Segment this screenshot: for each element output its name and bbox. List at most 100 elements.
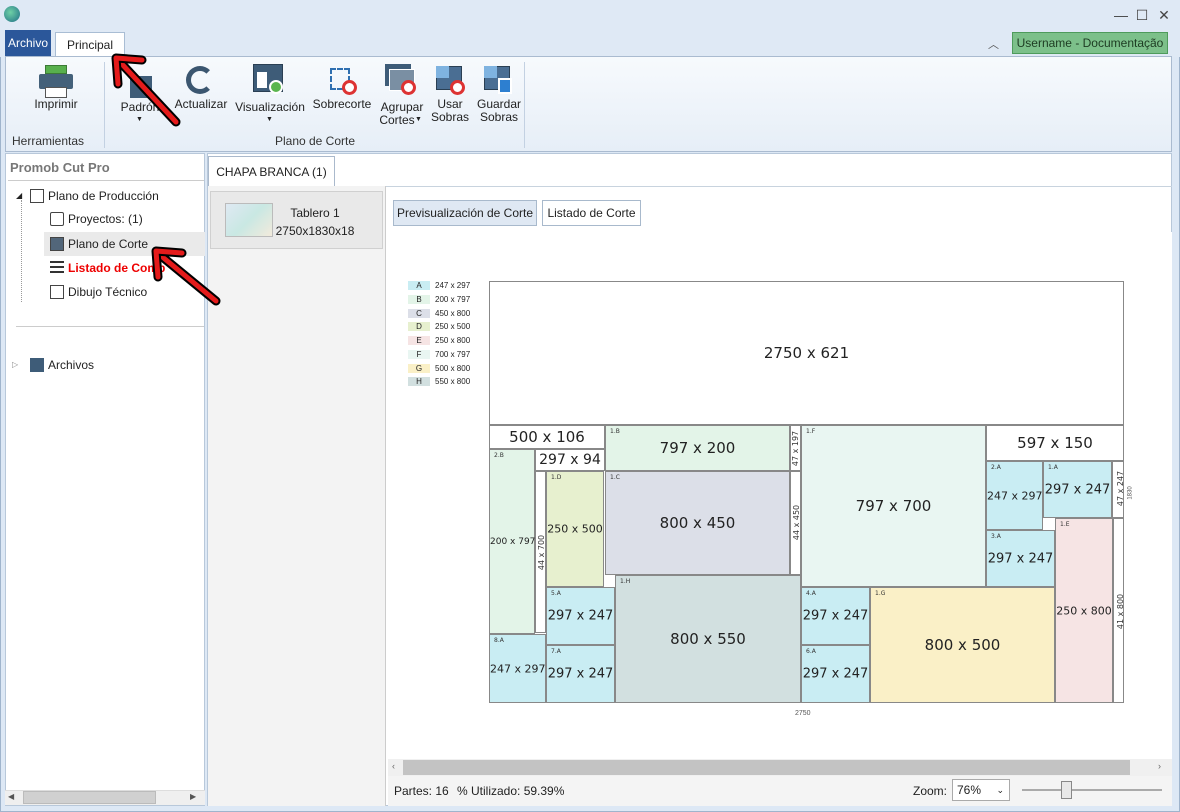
piece-waste[interactable]: 44 x 450 xyxy=(790,471,801,575)
piece-label: 297 x 247 xyxy=(987,551,1054,566)
piece-id: 2.A xyxy=(991,464,1001,471)
tree-label: Dibujo Técnico xyxy=(68,285,148,299)
zoom-slider-thumb[interactable] xyxy=(1061,781,1072,799)
close-button[interactable]: ✕ xyxy=(1155,6,1173,24)
piece-id: 8.A xyxy=(494,637,504,644)
tab-archivo[interactable]: Archivo xyxy=(5,30,51,57)
piece-label: 797 x 200 xyxy=(659,439,736,457)
group-plano-label: Plano de Corte xyxy=(274,134,356,148)
refresh-icon xyxy=(186,66,214,94)
tree-item-archivos[interactable]: Archivos xyxy=(30,358,94,372)
chevron-down-icon: ▼ xyxy=(415,116,422,123)
piece-8a[interactable]: 8.A 247 x 297 xyxy=(489,634,546,703)
piece-waste[interactable]: 597 x 150 xyxy=(986,425,1124,461)
piece-1g[interactable]: 1.G 800 x 500 xyxy=(870,587,1055,703)
piece-waste[interactable]: 44 x 700 xyxy=(535,471,546,633)
chevron-down-icon: ⌄ xyxy=(996,785,1004,795)
tree-collapse-icon[interactable]: ◢ xyxy=(16,191,22,200)
tab-previsualizacion[interactable]: Previsualización de Corte xyxy=(393,200,537,226)
piece-label: 200 x 797 xyxy=(490,536,536,547)
piece-6a[interactable]: 6.A 297 x 247 xyxy=(801,645,870,703)
tree-guide xyxy=(21,200,22,302)
tree-expand-icon[interactable]: ▷ xyxy=(12,360,18,369)
piece-label: 250 x 800 xyxy=(1056,604,1112,617)
piece-label: 247 x 297 xyxy=(490,662,546,675)
tree-item-dibujo[interactable]: Dibujo Técnico xyxy=(50,285,147,299)
piece-waste[interactable]: 47 x 247 xyxy=(1112,461,1126,518)
piece-1h[interactable]: 1.H 800 x 550 xyxy=(615,575,801,703)
scroll-left-icon[interactable]: ◀ xyxy=(8,792,14,801)
minimize-button[interactable]: — xyxy=(1112,6,1130,24)
piece-waste-top[interactable]: 2750 x 621 xyxy=(489,281,1124,425)
guardar-sobras-icon xyxy=(484,66,514,96)
piece-waste[interactable]: 297 x 94 xyxy=(535,449,605,471)
piece-id: 1.H xyxy=(620,578,631,585)
piece-waste[interactable]: 41 x 800 xyxy=(1113,518,1125,703)
maximize-button[interactable]: ☐ xyxy=(1133,6,1151,24)
scroll-thumb[interactable] xyxy=(23,791,156,804)
piece-waste[interactable]: 47 x 197 xyxy=(790,425,801,471)
tree-item-plano-produccion[interactable]: Plano de Producción xyxy=(30,189,159,203)
usar-sobras-icon xyxy=(436,66,466,96)
piece-label: 800 x 550 xyxy=(670,630,746,648)
print-button[interactable]: Imprimir xyxy=(24,98,88,111)
tree-item-plano-corte[interactable]: Plano de Corte xyxy=(50,237,148,251)
user-badge[interactable]: Username - Documentação xyxy=(1012,32,1168,54)
piece-id: 7.A xyxy=(551,648,561,655)
piece-3a[interactable]: 3.A 297 x 247 xyxy=(986,530,1055,587)
zoom-slider-track[interactable] xyxy=(1022,789,1162,791)
piece-2a[interactable]: 2.A 247 x 297 xyxy=(986,461,1043,530)
tree-label: Proyectos: (1) xyxy=(68,212,143,226)
tab-chapa-branca[interactable]: CHAPA BRANCA (1) xyxy=(208,156,335,186)
parts-count: Partes: 16 xyxy=(394,784,449,798)
document-icon xyxy=(50,212,64,226)
collapse-ribbon-icon[interactable]: ︿ xyxy=(988,36,1002,51)
legend-swatch: E xyxy=(408,336,430,345)
visualizacion-button[interactable]: Visualización xyxy=(232,101,308,114)
piece-id: 1.C xyxy=(610,474,620,481)
documents-icon xyxy=(30,189,44,203)
list-icon xyxy=(50,261,64,275)
scroll-right-icon[interactable]: ▶ xyxy=(190,792,196,801)
piece-1e[interactable]: 1.E 250 x 800 xyxy=(1055,518,1113,703)
agrupar-icon xyxy=(385,64,417,96)
piece-1a[interactable]: 1.A 297 x 247 xyxy=(1043,461,1112,518)
scroll-left-icon[interactable]: ‹ xyxy=(392,761,395,771)
zoom-select[interactable]: 76% ⌄ xyxy=(952,779,1010,801)
legend-size: 250 x 800 xyxy=(435,336,471,345)
piece-7a[interactable]: 7.A 297 x 247 xyxy=(546,645,615,703)
piece-waste[interactable]: 500 x 106 xyxy=(489,425,605,449)
legend-size: 250 x 500 xyxy=(435,322,471,331)
piece-label: 247 x 297 xyxy=(987,489,1043,502)
board-list xyxy=(208,186,386,806)
folder-icon xyxy=(30,358,44,372)
piece-id: 1.E xyxy=(1060,521,1070,528)
piece-label: 2750 x 621 xyxy=(763,344,850,362)
usar-sobras-button[interactable]: Sobras xyxy=(428,111,472,124)
piece-1c[interactable]: 1.C 800 x 450 xyxy=(605,471,790,575)
scroll-thumb[interactable] xyxy=(403,760,1130,775)
piece-id: 6.A xyxy=(806,648,816,655)
scroll-right-icon[interactable]: › xyxy=(1158,761,1161,771)
legend-swatch: C xyxy=(408,309,430,318)
tab-listado-corte[interactable]: Listado de Corte xyxy=(542,200,641,226)
agrupar-button[interactable]: Cortes xyxy=(374,114,420,127)
legend-size: 200 x 797 xyxy=(435,295,471,304)
piece-5a[interactable]: 5.A 297 x 247 xyxy=(546,587,615,645)
piece-label: 297 x 94 xyxy=(539,452,601,468)
piece-1f[interactable]: 1.F 797 x 700 xyxy=(801,425,986,587)
piece-label: 47 x 247 xyxy=(1116,470,1126,507)
piece-label: 297 x 247 xyxy=(802,608,869,624)
tree-item-proyectos[interactable]: Proyectos: (1) xyxy=(50,212,143,226)
guardar-sobras-button[interactable]: Sobras xyxy=(474,111,524,124)
usage-percent: % Utilizado: 59.39% xyxy=(457,784,565,798)
piece-1b[interactable]: 1.B 797 x 200 xyxy=(605,425,790,471)
tree-label: Archivos xyxy=(48,358,95,372)
sobrecorte-button[interactable]: Sobrecorte xyxy=(310,98,374,111)
piece-1d[interactable]: 1.D 250 x 500 xyxy=(546,471,604,587)
piece-4a[interactable]: 4.A 297 x 247 xyxy=(801,587,870,645)
visualization-icon xyxy=(253,64,285,96)
zoom-label: Zoom: xyxy=(913,784,948,798)
legend-size: 247 x 297 xyxy=(435,281,471,290)
piece-2b[interactable]: 2.B 200 x 797 xyxy=(489,449,535,634)
